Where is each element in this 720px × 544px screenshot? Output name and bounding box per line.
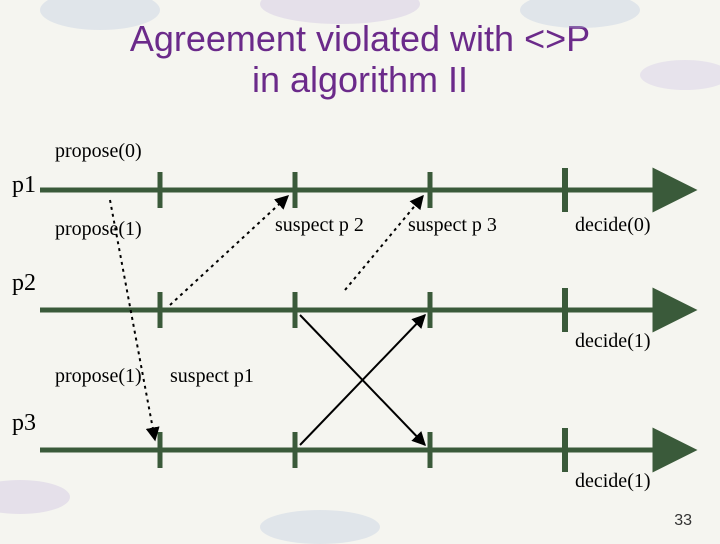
label-decide1-p2: decide(1) [575, 330, 651, 353]
label-propose1-p3: propose(1) [55, 365, 142, 388]
process-label-p3: p3 [12, 410, 36, 437]
label-decide1-p3: decide(1) [575, 470, 651, 493]
title-line-1: Agreement violated with <>P [130, 18, 590, 59]
process-label-p2: p2 [12, 270, 36, 297]
label-propose0: propose(0) [55, 140, 142, 163]
label-suspect-p3: suspect p 3 [408, 214, 497, 237]
diagram-svg [0, 140, 720, 510]
label-suspect-p1: suspect p1 [170, 365, 254, 388]
bg-blob [640, 60, 720, 90]
label-decide0: decide(0) [575, 214, 651, 237]
page-number: 33 [674, 512, 692, 530]
process-label-p1: p1 [12, 172, 36, 199]
timeline-diagram: propose(0) p1 propose(1) suspect p 2 sus… [0, 140, 720, 510]
title-line-2: in algorithm II [252, 59, 468, 100]
label-suspect-p2: suspect p 2 [275, 214, 364, 237]
bg-blob [260, 510, 380, 544]
label-propose1-p2: propose(1) [55, 218, 142, 241]
